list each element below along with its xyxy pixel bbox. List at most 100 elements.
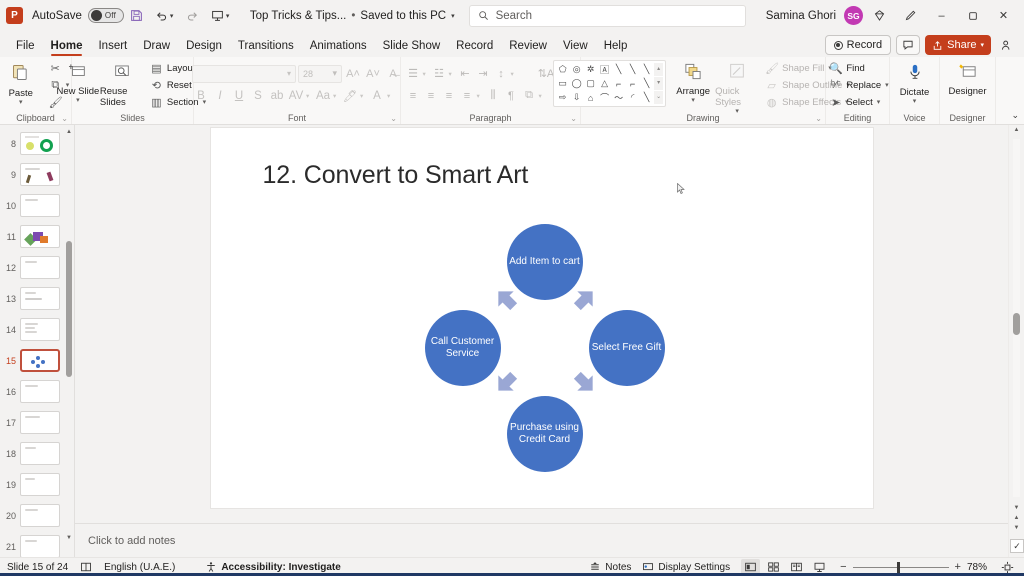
shape-triangle-icon[interactable]: △ xyxy=(598,77,611,90)
smartart-node-purchase[interactable]: Purchase using Credit Card xyxy=(506,396,583,472)
tab-home[interactable]: Home xyxy=(43,37,91,57)
shape-callout-icon[interactable]: ⌂ xyxy=(584,91,597,104)
tab-file[interactable]: File xyxy=(8,37,43,57)
font-color-icon[interactable]: A xyxy=(368,87,386,105)
thumbnail-preview[interactable] xyxy=(20,473,60,496)
align-center-button[interactable]: ≡ xyxy=(423,87,440,104)
next-slide-icon[interactable]: ▼ xyxy=(1009,525,1024,531)
thumbnail-item[interactable]: 12 xyxy=(0,252,64,283)
scroll-up-icon[interactable]: ▲ xyxy=(65,129,73,135)
restore-button[interactable] xyxy=(958,3,987,29)
font-size-input[interactable]: 28 ▾ xyxy=(298,64,342,83)
collapse-ribbon-icon[interactable]: ⌄ xyxy=(1011,110,1019,121)
font-dialog-launcher[interactable]: ⌄ xyxy=(390,114,397,123)
drawing-dialog-launcher[interactable]: ⌄ xyxy=(815,114,822,123)
shape-diagonal-icon[interactable]: ╲ xyxy=(640,91,653,104)
thumbnail-scrollbar[interactable]: ▲ ▼ xyxy=(65,129,73,541)
highlight-chevron-down-icon[interactable]: ▾ xyxy=(360,92,367,100)
shape-arc-icon[interactable]: ◜ xyxy=(626,91,639,104)
justify-chevron-down-icon[interactable]: ▾ xyxy=(477,92,484,100)
dictate-chevron-down-icon[interactable]: ▾ xyxy=(913,98,917,105)
tab-record[interactable]: Record xyxy=(448,37,501,57)
display-settings-button[interactable]: Display Settings xyxy=(642,561,730,573)
shape-down-arrow-icon[interactable]: ⇩ xyxy=(570,91,583,104)
thumbnail-item[interactable]: 21 xyxy=(0,531,64,557)
font-color-chevron-down-icon[interactable]: ▾ xyxy=(387,92,394,100)
shapes-scroll-up-icon[interactable]: ▴ xyxy=(654,63,664,76)
bold-button[interactable]: B xyxy=(192,87,210,105)
bullets-button[interactable]: ☰ xyxy=(405,65,422,82)
more-commands-icon[interactable]: ▾ xyxy=(226,12,236,20)
shapes-scroll[interactable]: ▴ ▾ ⌄ xyxy=(654,63,664,104)
new-slide-chevron-down-icon[interactable]: ▾ xyxy=(76,97,80,104)
undo-dropdown-icon[interactable]: ▾ xyxy=(170,12,180,20)
clear-formatting-icon[interactable]: A̶ xyxy=(384,65,402,83)
new-slide-button[interactable]: New Slide ▾ xyxy=(56,60,100,104)
shape-line-icon[interactable]: ╲ xyxy=(612,63,625,76)
shape-line-double-icon[interactable]: ╲ xyxy=(640,63,653,76)
strikethrough-icon[interactable]: ab xyxy=(268,87,286,105)
text-shadow-button[interactable]: S xyxy=(249,87,267,105)
text-highlight-icon[interactable]: 🖊 xyxy=(341,87,359,105)
shape-line-arrow-icon[interactable]: ╲ xyxy=(626,63,639,76)
smartart-node-add-item[interactable]: Add Item to cart xyxy=(506,224,583,300)
thumbnail-preview[interactable] xyxy=(20,349,60,372)
thumbnail-item[interactable]: 10 xyxy=(0,190,64,221)
zoom-slider-handle[interactable] xyxy=(896,561,900,573)
underline-button[interactable]: U xyxy=(230,87,248,105)
character-spacing-chevron-down-icon[interactable]: ▾ xyxy=(306,92,313,100)
arrange-button[interactable]: Arrange ▾ xyxy=(671,60,715,104)
shape-pentagon-icon[interactable]: ⬠ xyxy=(556,63,569,76)
notes-button[interactable]: Notes xyxy=(589,561,631,573)
slide-title[interactable]: 12. Convert to Smart Art xyxy=(263,161,529,190)
accept-changes-button[interactable]: ✓ xyxy=(1010,539,1024,553)
minimize-button[interactable]: – xyxy=(927,3,956,29)
thumbnail-preview[interactable] xyxy=(20,442,60,465)
increase-indent-button[interactable]: ⇥ xyxy=(475,65,492,82)
microsoft-365-icon[interactable] xyxy=(865,3,894,29)
title-chevron-down-icon[interactable]: ▾ xyxy=(451,12,455,20)
search-input[interactable]: Search xyxy=(468,4,746,27)
change-case-chevron-down-icon[interactable]: ▾ xyxy=(333,92,340,100)
tab-animations[interactable]: Animations xyxy=(302,37,375,57)
shape-donut-icon[interactable]: ◎ xyxy=(570,63,583,76)
thumbnail-item[interactable]: 16 xyxy=(0,376,64,407)
shape-oval-icon[interactable]: ◯ xyxy=(570,77,583,90)
save-icon[interactable] xyxy=(124,4,149,28)
tab-transitions[interactable]: Transitions xyxy=(230,37,302,57)
shape-scribble-icon[interactable]: 〜 xyxy=(612,91,625,104)
shape-elbow-connector-icon[interactable]: ⌐ xyxy=(612,77,625,90)
scrollbar-thumb[interactable] xyxy=(1013,313,1020,335)
quick-styles-button[interactable]: Quick Styles ▾ xyxy=(715,60,759,115)
tab-view[interactable]: View xyxy=(555,37,596,57)
accessibility-status[interactable]: Accessibility: Investigate xyxy=(205,561,341,573)
tab-draw[interactable]: Draw xyxy=(135,37,178,57)
tab-help[interactable]: Help xyxy=(596,37,636,57)
line-spacing-chevron-down-icon[interactable]: ▾ xyxy=(511,70,518,78)
scroll-down-icon[interactable]: ▼ xyxy=(65,535,73,541)
bullets-chevron-down-icon[interactable]: ▾ xyxy=(423,70,430,78)
align-left-button[interactable]: ≡ xyxy=(405,87,422,104)
share-chevron-down-icon[interactable]: ▾ xyxy=(980,41,984,49)
find-button[interactable]: 🔍 Find xyxy=(826,60,891,76)
close-button[interactable]: ✕ xyxy=(989,3,1018,29)
shape-gear-icon[interactable]: ✲ xyxy=(584,63,597,76)
replace-button[interactable]: ᵇ⁄ᶜ Replace ▾ xyxy=(826,77,891,93)
avatar[interactable]: SG xyxy=(844,6,863,25)
comments-button[interactable] xyxy=(896,35,921,55)
paste-button[interactable]: Paste ▾ xyxy=(0,60,43,106)
shape-connector-icon[interactable]: ⌐ xyxy=(626,77,639,90)
record-button[interactable]: Record xyxy=(824,35,892,55)
redo-icon[interactable] xyxy=(180,4,205,28)
tab-insert[interactable]: Insert xyxy=(90,37,135,57)
shapes-more-icon[interactable]: ⌄ xyxy=(654,91,664,104)
slide-thumbnail-pane[interactable]: 8 9 10 11 12 13 14 15 16 17 18 19 20 21 … xyxy=(0,125,75,557)
shape-freeform-icon[interactable]: ╲ xyxy=(640,77,653,90)
thumbnail-preview[interactable] xyxy=(20,132,60,155)
shapes-gallery[interactable]: ⬠ ◎ ✲ 🄰 ╲ ╲ ╲ ▭ ◯ ▢ △ ⌐ ⌐ ╲ ⇨ ⇩ ⌂ ⌒ 〜 ◜ … xyxy=(553,60,667,107)
thumbnail-preview[interactable] xyxy=(20,411,60,434)
notes-pane[interactable]: Click to add notes xyxy=(75,523,1008,557)
previous-slide-icon[interactable]: ▲ xyxy=(1009,515,1024,521)
thumbnail-preview[interactable] xyxy=(20,504,60,527)
scrollbar-thumb[interactable] xyxy=(66,241,72,377)
